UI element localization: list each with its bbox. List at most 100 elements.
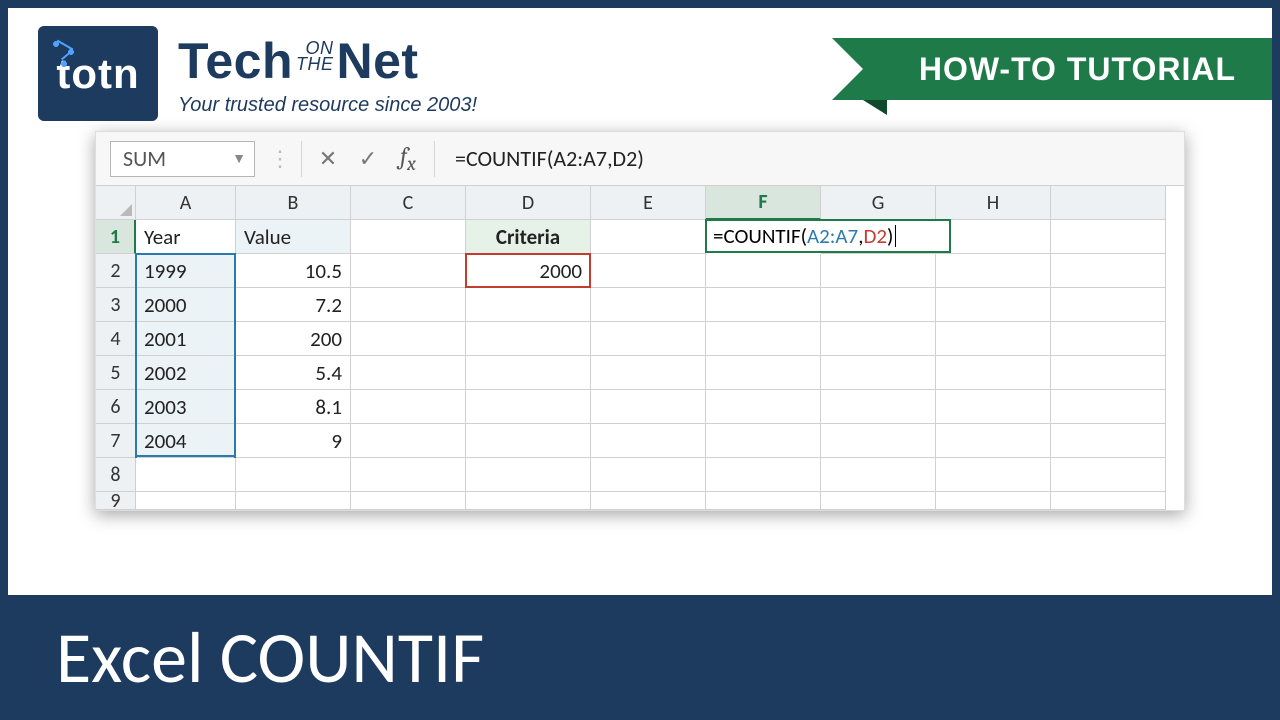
row-header-4[interactable]: 4 [96, 322, 136, 356]
cell-i8[interactable] [1051, 458, 1166, 492]
cell-f6[interactable] [706, 390, 821, 424]
row-header-5[interactable]: 5 [96, 356, 136, 390]
cell-c6[interactable] [351, 390, 466, 424]
cell-a1[interactable]: Year [136, 220, 236, 254]
cell-d3[interactable] [466, 288, 591, 322]
cell-e1[interactable] [591, 220, 706, 254]
cell-b5[interactable]: 5.4 [236, 356, 351, 390]
cell-e8[interactable] [591, 458, 706, 492]
col-header-a[interactable]: A [136, 186, 236, 220]
cell-f1-active[interactable]: =COUNTIF(A2:A7,D2) [706, 220, 821, 254]
cell-e5[interactable] [591, 356, 706, 390]
col-header-h[interactable]: H [936, 186, 1051, 220]
cell-c9[interactable] [351, 492, 466, 510]
cell-f7[interactable] [706, 424, 821, 458]
cell-c5[interactable] [351, 356, 466, 390]
cell-e7[interactable] [591, 424, 706, 458]
cell-a7[interactable]: 2004 [136, 424, 236, 458]
cell-a4[interactable]: 2001 [136, 322, 236, 356]
row-header-6[interactable]: 6 [96, 390, 136, 424]
cell-a8[interactable] [136, 458, 236, 492]
cell-i5[interactable] [1051, 356, 1166, 390]
cell-d8[interactable] [466, 458, 591, 492]
cell-h5[interactable] [936, 356, 1051, 390]
cell-c3[interactable] [351, 288, 466, 322]
col-header-d[interactable]: D [466, 186, 591, 220]
row-header-9[interactable]: 9 [96, 492, 136, 510]
cell-c7[interactable] [351, 424, 466, 458]
row-header-8[interactable]: 8 [96, 458, 136, 492]
cell-e3[interactable] [591, 288, 706, 322]
cell-h2[interactable] [936, 254, 1051, 288]
cell-d9[interactable] [466, 492, 591, 510]
cell-h6[interactable] [936, 390, 1051, 424]
cell-b7[interactable]: 9 [236, 424, 351, 458]
cell-f2[interactable] [706, 254, 821, 288]
cell-e2[interactable] [591, 254, 706, 288]
cell-f5[interactable] [706, 356, 821, 390]
fx-icon[interactable]: fx [388, 142, 428, 175]
cell-i9[interactable] [1051, 492, 1166, 510]
cell-i6[interactable] [1051, 390, 1166, 424]
cell-g8[interactable] [821, 458, 936, 492]
cell-b2[interactable]: 10.5 [236, 254, 351, 288]
cell-g5[interactable] [821, 356, 936, 390]
name-box[interactable]: SUM ▼ [110, 141, 255, 177]
cell-f3[interactable] [706, 288, 821, 322]
row-header-3[interactable]: 3 [96, 288, 136, 322]
cell-d5[interactable] [466, 356, 591, 390]
cell-a6[interactable]: 2003 [136, 390, 236, 424]
cell-i1[interactable] [1051, 220, 1166, 254]
col-header-g[interactable]: G [821, 186, 936, 220]
cancel-formula-button[interactable]: ✕ [308, 145, 348, 172]
cell-c8[interactable] [351, 458, 466, 492]
cell-g3[interactable] [821, 288, 936, 322]
cell-b3[interactable]: 7.2 [236, 288, 351, 322]
cell-h3[interactable] [936, 288, 1051, 322]
cell-a5[interactable]: 2002 [136, 356, 236, 390]
cell-b1[interactable]: Value [236, 220, 351, 254]
col-header-blank[interactable] [1051, 186, 1166, 220]
cell-d6[interactable] [466, 390, 591, 424]
cell-c1[interactable] [351, 220, 466, 254]
cell-g4[interactable] [821, 322, 936, 356]
row-header-2[interactable]: 2 [96, 254, 136, 288]
cell-d7[interactable] [466, 424, 591, 458]
row-header-1[interactable]: 1 [96, 220, 136, 254]
cell-i2[interactable] [1051, 254, 1166, 288]
cell-b9[interactable] [236, 492, 351, 510]
cell-a3[interactable]: 2000 [136, 288, 236, 322]
cell-d4[interactable] [466, 322, 591, 356]
worksheet-grid[interactable]: A B C D E F G H 1 Year Value Criteria =C… [96, 186, 1184, 510]
cell-a2[interactable]: 1999 [136, 254, 236, 288]
cell-a9[interactable] [136, 492, 236, 510]
cell-g2[interactable] [821, 254, 936, 288]
select-all-corner[interactable] [96, 186, 136, 220]
cell-g9[interactable] [821, 492, 936, 510]
cell-d1[interactable]: Criteria [466, 220, 591, 254]
cell-h1[interactable] [936, 220, 1051, 254]
cell-c4[interactable] [351, 322, 466, 356]
cell-h4[interactable] [936, 322, 1051, 356]
chevron-down-icon[interactable]: ▼ [232, 150, 246, 167]
cell-h7[interactable] [936, 424, 1051, 458]
cell-i4[interactable] [1051, 322, 1166, 356]
cell-e9[interactable] [591, 492, 706, 510]
enter-formula-button[interactable]: ✓ [348, 145, 388, 172]
cell-i7[interactable] [1051, 424, 1166, 458]
cell-i3[interactable] [1051, 288, 1166, 322]
cell-b4[interactable]: 200 [236, 322, 351, 356]
cell-b6[interactable]: 8.1 [236, 390, 351, 424]
formula-input[interactable]: =COUNTIF(A2:A7,D2) [441, 145, 1184, 172]
col-header-f[interactable]: F [706, 186, 821, 220]
cell-f9[interactable] [706, 492, 821, 510]
col-header-b[interactable]: B [236, 186, 351, 220]
cell-g6[interactable] [821, 390, 936, 424]
cell-f8[interactable] [706, 458, 821, 492]
col-header-e[interactable]: E [591, 186, 706, 220]
cell-e6[interactable] [591, 390, 706, 424]
cell-h8[interactable] [936, 458, 1051, 492]
cell-e4[interactable] [591, 322, 706, 356]
cell-d2[interactable]: 2000 [466, 254, 591, 288]
cell-c2[interactable] [351, 254, 466, 288]
